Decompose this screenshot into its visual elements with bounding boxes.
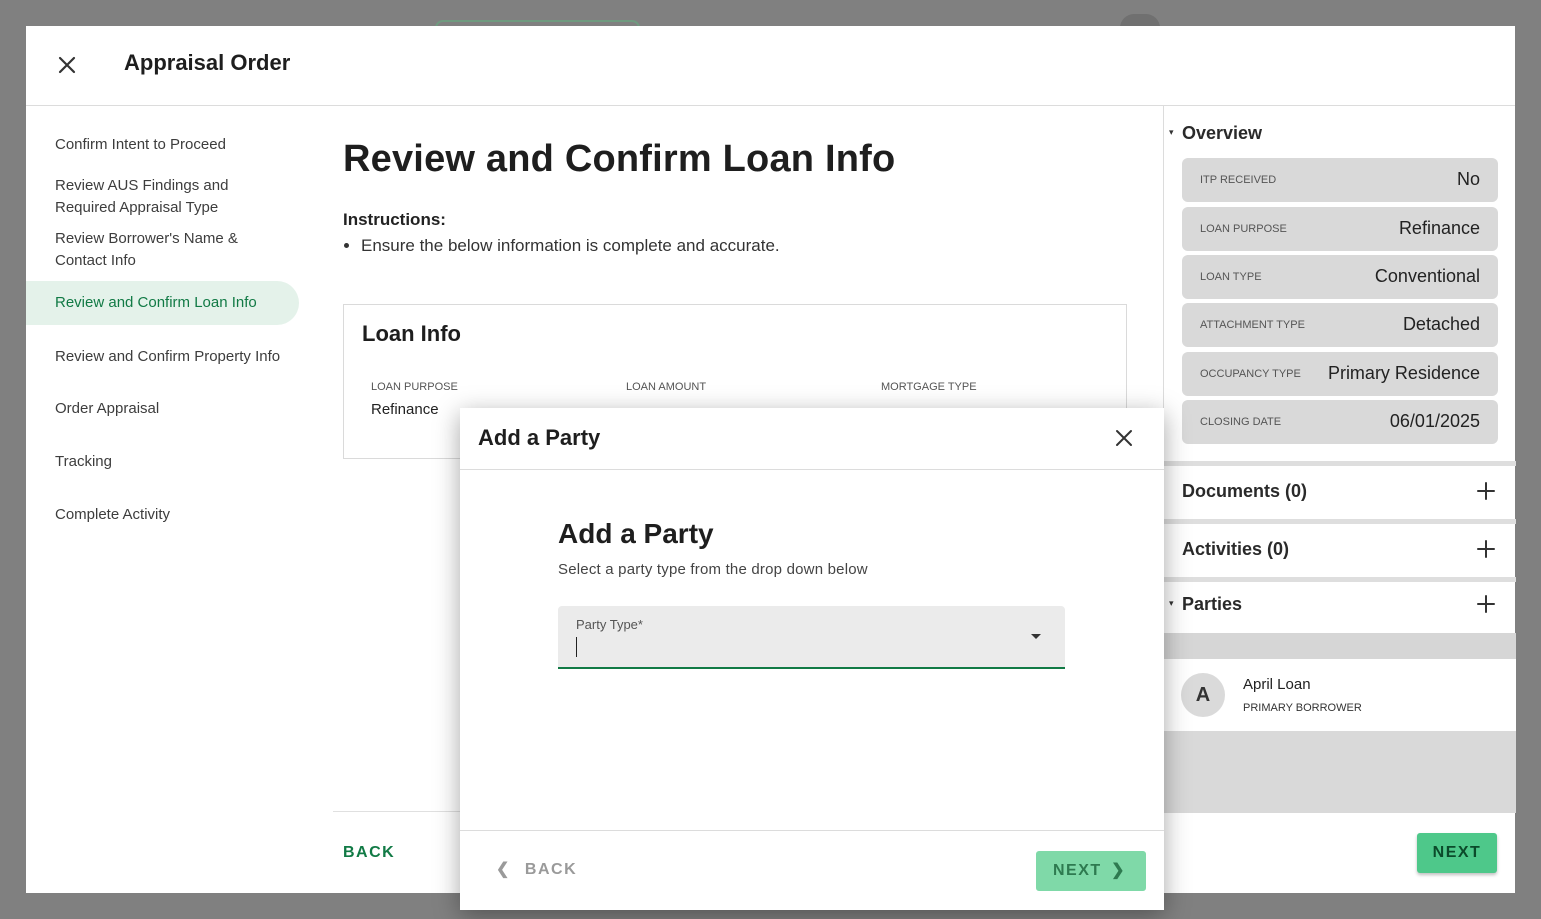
right-panel: ▾ Overview ITP RECEIVED No LOAN PURPOSE … bbox=[1163, 106, 1516, 893]
close-icon[interactable] bbox=[1114, 428, 1134, 448]
overview-value: Refinance bbox=[1398, 218, 1480, 238]
documents-header[interactable]: Documents (0) bbox=[1164, 466, 1516, 518]
add-party-dialog: Add a Party Add a Party Select a party t… bbox=[460, 408, 1164, 910]
overview-value: 06/01/2025 bbox=[1389, 411, 1480, 431]
caret-down-icon: ▾ bbox=[1169, 598, 1174, 608]
overview-row: ATTACHMENT TYPE Detached bbox=[1182, 303, 1498, 347]
overview-value: Conventional bbox=[1374, 266, 1480, 286]
loan-purpose-field: LOAN PURPOSE Refinance bbox=[371, 381, 458, 418]
overview-label: ATTACHMENT TYPE bbox=[1200, 319, 1305, 331]
overview-row: LOAN PURPOSE Refinance bbox=[1182, 207, 1498, 251]
dialog-next-button[interactable]: NEXT ❯ bbox=[1036, 851, 1146, 891]
loan-amount-field: LOAN AMOUNT bbox=[626, 381, 706, 401]
modal-title: Appraisal Order bbox=[124, 50, 291, 75]
nav-item-review-property[interactable]: Review and Confirm Property Info bbox=[26, 346, 306, 368]
field-label: MORTGAGE TYPE bbox=[881, 381, 977, 393]
field-value: Refinance bbox=[371, 401, 439, 418]
parties-header[interactable]: ▾ Parties bbox=[1164, 582, 1516, 634]
mortgage-type-field: MORTGAGE TYPE bbox=[881, 381, 977, 401]
dialog-back-label: BACK bbox=[524, 861, 578, 878]
dialog-heading: Add a Party bbox=[558, 518, 714, 549]
nav-item-tracking[interactable]: Tracking bbox=[26, 451, 306, 473]
overview-label: ITP RECEIVED bbox=[1200, 174, 1277, 186]
dialog-footer: ❮ BACK NEXT ❯ bbox=[460, 830, 1164, 910]
nav-item-confirm-intent[interactable]: Confirm Intent to Proceed bbox=[26, 134, 306, 156]
party-name: April Loan bbox=[1243, 676, 1311, 693]
modal-header: Appraisal Order bbox=[26, 26, 1515, 106]
dialog-header: Add a Party bbox=[460, 408, 1164, 470]
parties-band bbox=[1164, 633, 1516, 659]
chevron-right-icon: ❯ bbox=[1111, 862, 1126, 879]
nav-item-order-appraisal[interactable]: Order Appraisal bbox=[26, 398, 306, 420]
dropdown-arrow-icon[interactable] bbox=[1031, 634, 1041, 639]
overview-label: LOAN TYPE bbox=[1200, 271, 1262, 283]
overview-label: OCCUPANCY TYPE bbox=[1200, 368, 1301, 380]
overview-row: LOAN TYPE Conventional bbox=[1182, 255, 1498, 299]
dialog-next-label: NEXT bbox=[1053, 862, 1102, 879]
field-label: LOAN PURPOSE bbox=[371, 381, 458, 393]
step-nav: Confirm Intent to Proceed Review AUS Fin… bbox=[26, 134, 306, 526]
overview-title: Overview bbox=[1182, 123, 1263, 143]
overview-row: CLOSING DATE 06/01/2025 bbox=[1182, 400, 1498, 444]
overview-value: No bbox=[1456, 169, 1480, 189]
add-document-icon[interactable] bbox=[1476, 481, 1496, 501]
overview-row: OCCUPANCY TYPE Primary Residence bbox=[1182, 352, 1498, 396]
add-party-icon[interactable] bbox=[1476, 594, 1496, 614]
caret-down-icon: ▾ bbox=[1169, 127, 1174, 137]
activities-header[interactable]: Activities (0) bbox=[1164, 524, 1516, 576]
chevron-left-icon: ❮ bbox=[496, 861, 511, 878]
back-button[interactable]: BACK bbox=[343, 844, 395, 862]
overview-label: LOAN PURPOSE bbox=[1200, 223, 1287, 235]
field-label: LOAN AMOUNT bbox=[626, 381, 707, 393]
dialog-subtitle: Select a party type from the drop down b… bbox=[558, 561, 868, 578]
nav-item-complete-activity[interactable]: Complete Activity bbox=[26, 504, 306, 526]
overview-value: Detached bbox=[1402, 314, 1480, 334]
party-role: PRIMARY BORROWER bbox=[1243, 702, 1362, 714]
activities-title: Activities (0) bbox=[1182, 539, 1290, 559]
instruction-item: Ensure the below information is complete… bbox=[361, 236, 780, 256]
add-activity-icon[interactable] bbox=[1476, 539, 1496, 559]
card-title: Loan Info bbox=[362, 321, 461, 346]
instructions-list: Ensure the below information is complete… bbox=[361, 236, 780, 256]
dialog-title: Add a Party bbox=[478, 425, 601, 450]
avatar: A bbox=[1181, 673, 1225, 717]
next-button[interactable]: NEXT bbox=[1417, 833, 1497, 873]
nav-item-review-aus[interactable]: Review AUS Findings and Required Apprais… bbox=[26, 175, 256, 219]
dialog-back-button[interactable]: ❮ BACK bbox=[496, 859, 577, 879]
overview-header[interactable]: ▾ Overview bbox=[1164, 106, 1516, 158]
instructions-label: Instructions: bbox=[343, 210, 446, 229]
overview-label: CLOSING DATE bbox=[1200, 416, 1282, 428]
close-icon[interactable] bbox=[54, 52, 80, 78]
overview-value: Primary Residence bbox=[1327, 363, 1480, 383]
parties-title: Parties bbox=[1182, 594, 1243, 614]
overview-row: ITP RECEIVED No bbox=[1182, 158, 1498, 202]
parties-empty-area bbox=[1164, 731, 1516, 813]
party-item[interactable]: A April Loan PRIMARY BORROWER bbox=[1164, 659, 1516, 731]
party-type-label: Party Type* bbox=[576, 617, 643, 632]
text-cursor bbox=[576, 637, 577, 657]
documents-title: Documents (0) bbox=[1182, 481, 1308, 501]
nav-item-review-loan-info[interactable]: Review and Confirm Loan Info bbox=[26, 281, 299, 325]
nav-item-review-borrower[interactable]: Review Borrower's Name & Contact Info bbox=[26, 228, 256, 272]
party-type-select[interactable]: Party Type* bbox=[558, 606, 1065, 669]
page-title: Review and Confirm Loan Info bbox=[343, 138, 896, 180]
